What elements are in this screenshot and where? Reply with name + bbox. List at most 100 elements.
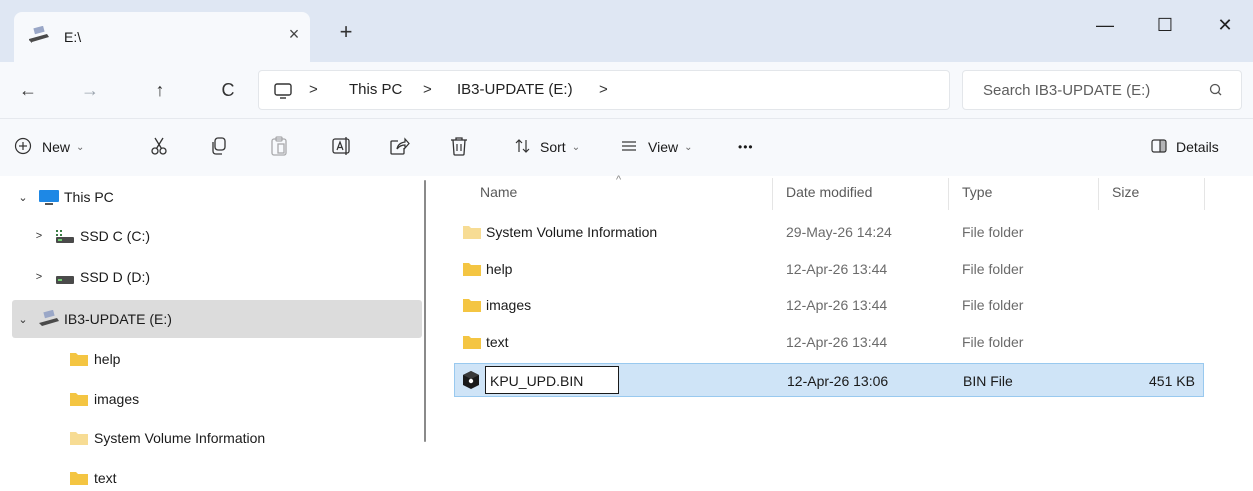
chevron-down-icon[interactable]: ⌄ <box>12 191 34 204</box>
monitor-icon <box>34 188 64 206</box>
file-date: 12-Apr-26 13:44 <box>786 297 888 313</box>
column-divider[interactable] <box>948 178 949 210</box>
file-name: images <box>486 297 532 313</box>
breadcrumb-ib3-update[interactable]: IB3-UPDATE (E:) <box>457 81 573 98</box>
file-date: 12-Apr-26 13:06 <box>787 373 889 389</box>
chevron-down-icon: ⌄ <box>571 141 581 153</box>
new-tab-button[interactable]: + <box>334 20 358 44</box>
monitor-icon <box>273 81 293 104</box>
bin-file-icon <box>461 370 481 393</box>
tree-item-ssd-d[interactable]: > SSD D (D:) <box>28 258 438 296</box>
file-date: 29-May-26 14:24 <box>786 224 892 240</box>
tree-item-this-pc[interactable]: ⌄ This PC <box>12 178 422 216</box>
chevron-down-icon: ⌄ <box>76 141 85 153</box>
more-options-button[interactable]: ••• <box>738 131 754 163</box>
search-box[interactable]: Search IB3-UPDATE (E:) <box>962 70 1242 110</box>
folder-icon <box>64 351 94 367</box>
sort-ascending-icon: ^ <box>616 174 622 186</box>
file-row[interactable]: text 12-Apr-26 13:44 File folder <box>454 325 1204 359</box>
tree-item-images[interactable]: images <box>64 380 474 418</box>
details-label: Details <box>1176 139 1219 155</box>
breadcrumb-this-pc[interactable]: This PC <box>349 81 402 98</box>
column-divider[interactable] <box>1204 178 1205 210</box>
search-icon[interactable] <box>1207 81 1225 102</box>
chevron-down-icon[interactable]: ⌄ <box>12 313 34 326</box>
tree-item-text[interactable]: text <box>64 459 474 491</box>
rename-icon[interactable] <box>330 135 352 157</box>
removable-drive-icon <box>34 310 64 328</box>
tree-item-label: SSD D (D:) <box>80 269 150 285</box>
rename-input-value[interactable]: KPU_UPD.BIN <box>490 373 583 389</box>
column-header-type[interactable]: Type <box>962 184 992 200</box>
folder-icon <box>64 430 94 446</box>
title-bar: E:\ × + — ☐ ✕ <box>0 0 1253 62</box>
tree-item-help[interactable]: help <box>64 340 474 378</box>
search-input[interactable]: Search IB3-UPDATE (E:) <box>983 82 1150 99</box>
file-row[interactable]: help 12-Apr-26 13:44 File folder <box>454 252 1204 286</box>
new-button[interactable]: New ⌄ <box>14 131 84 163</box>
command-bar: New ⌄ Sort ⌄ View ⌄ ••• Details <box>0 118 1253 176</box>
file-type: File folder <box>962 224 1024 240</box>
forward-button[interactable]: → <box>76 76 104 104</box>
minimize-button[interactable]: — <box>1082 8 1128 42</box>
column-header-date-modified[interactable]: Date modified <box>786 184 872 200</box>
file-row-selected[interactable]: KPU_UPD.BIN 12-Apr-26 13:06 BIN File 451… <box>454 363 1204 397</box>
content-area: ⌄ This PC > SSD C (C:) > SSD D (D:) ⌄ IB… <box>0 174 1253 491</box>
view-label: View <box>648 139 679 155</box>
tree-item-label: This PC <box>64 189 114 205</box>
sort-label: Sort <box>540 139 566 155</box>
tab-e-drive[interactable]: E:\ × <box>14 12 310 62</box>
more-options-label: ••• <box>738 140 754 154</box>
file-size: 451 KB <box>1149 373 1195 389</box>
maximize-button[interactable]: ☐ <box>1142 8 1188 42</box>
file-row[interactable]: images 12-Apr-26 13:44 File folder <box>454 288 1204 322</box>
address-bar[interactable]: > This PC > IB3-UPDATE (E:) > <box>258 70 950 110</box>
copy-icon[interactable] <box>208 135 230 157</box>
sort-button[interactable]: Sort ⌄ <box>514 131 580 163</box>
delete-icon[interactable] <box>448 135 470 157</box>
chevron-right-icon[interactable]: > <box>28 230 50 242</box>
column-header-name[interactable]: Name <box>480 184 517 200</box>
details-pane-button[interactable]: Details <box>1150 131 1219 163</box>
drive-icon <box>50 268 80 286</box>
chevron-right-icon[interactable]: > <box>28 271 50 283</box>
sort-icon <box>514 137 532 158</box>
pane-splitter[interactable] <box>424 180 426 442</box>
tree-item-label: text <box>94 470 117 486</box>
details-pane-icon <box>1150 137 1168 158</box>
tree-item-label: images <box>94 391 140 407</box>
breadcrumb-separator: > <box>599 81 608 98</box>
column-divider[interactable] <box>1098 178 1099 210</box>
tree-item-label: SSD C (C:) <box>80 228 150 244</box>
back-button[interactable]: ← <box>14 76 42 104</box>
new-label: New <box>42 139 71 155</box>
tree-item-label: help <box>94 351 121 367</box>
view-button[interactable]: View ⌄ <box>620 131 692 163</box>
folder-icon <box>462 224 482 243</box>
column-divider[interactable] <box>772 178 773 210</box>
chevron-down-icon: ⌄ <box>684 141 693 153</box>
navigation-pane: ⌄ This PC > SSD C (C:) > SSD D (D:) ⌄ IB… <box>0 176 426 491</box>
tab-close-button[interactable]: × <box>284 24 304 44</box>
tree-item-system-volume-information[interactable]: System Volume Information <box>64 419 474 457</box>
tree-item-ib3-update[interactable]: ⌄ IB3-UPDATE (E:) <box>12 300 422 338</box>
refresh-button[interactable]: C <box>214 76 242 104</box>
paste-icon[interactable] <box>268 135 290 157</box>
file-type: File folder <box>962 297 1024 313</box>
folder-icon <box>64 391 94 407</box>
removable-drive-icon <box>28 25 50 47</box>
file-row[interactable]: System Volume Information 29-May-26 14:2… <box>454 215 1204 249</box>
file-list: ^ Name Date modified Type Size System Vo… <box>432 174 1253 491</box>
file-date: 12-Apr-26 13:44 <box>786 261 888 277</box>
plus-circle-icon <box>14 137 32 158</box>
file-type: BIN File <box>963 373 1013 389</box>
tree-item-ssd-c[interactable]: > SSD C (C:) <box>28 217 438 255</box>
folder-icon <box>462 261 482 280</box>
up-button[interactable]: ↑ <box>146 76 174 104</box>
close-window-button[interactable]: ✕ <box>1202 8 1248 42</box>
rename-input[interactable]: KPU_UPD.BIN <box>485 366 619 394</box>
file-date: 12-Apr-26 13:44 <box>786 334 888 350</box>
cut-icon[interactable] <box>148 135 170 157</box>
share-icon[interactable] <box>388 135 410 157</box>
column-header-size[interactable]: Size <box>1112 184 1139 200</box>
